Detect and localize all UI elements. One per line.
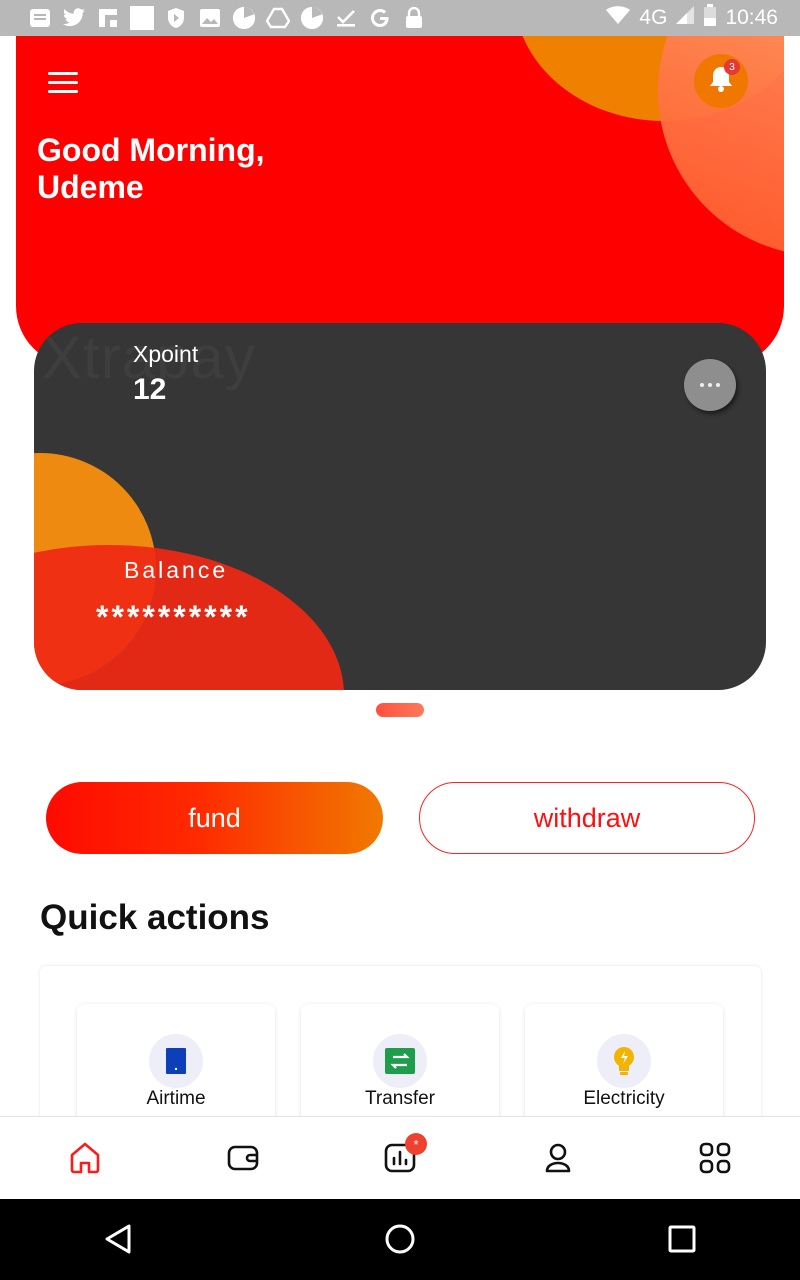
drive-icon	[266, 7, 290, 29]
back-button[interactable]	[98, 1221, 138, 1261]
download-done-icon	[334, 7, 358, 29]
status-notification-icons	[28, 6, 426, 30]
withdraw-button[interactable]: withdraw	[419, 782, 755, 854]
google-icon	[368, 7, 392, 29]
fund-button[interactable]: fund	[46, 782, 383, 854]
nav-stats[interactable]: *	[381, 1133, 427, 1179]
network-type: 4G	[639, 6, 668, 29]
quick-action-label: Transfer	[364, 1088, 436, 1109]
back-triangle-icon	[103, 1223, 133, 1260]
wallet-icon	[226, 1141, 260, 1180]
greeting-text: Good Morning, Udeme	[37, 132, 265, 206]
pie-chart-icon	[232, 6, 256, 30]
greeting-line: Good Morning,	[37, 132, 265, 168]
menu-button[interactable]	[46, 68, 80, 94]
quick-action-label: Airtime	[146, 1088, 206, 1109]
home-icon	[68, 1141, 102, 1180]
lock-icon	[402, 7, 426, 29]
menu-icon-line	[48, 72, 78, 75]
nav-more[interactable]	[696, 1141, 734, 1179]
greeting-header: 3 Good Morning, Udeme	[16, 36, 784, 366]
bulb-icon	[597, 1034, 651, 1088]
system-navigation-bar	[0, 1199, 800, 1280]
grid-icon	[698, 1141, 732, 1180]
status-system-indicators: 4G 10:46	[605, 4, 778, 32]
recents-button[interactable]	[662, 1221, 702, 1261]
status-time: 10:46	[725, 6, 778, 29]
nav-home[interactable]	[66, 1141, 104, 1179]
card-page-indicator	[376, 703, 424, 717]
nav-wallet[interactable]	[224, 1141, 262, 1179]
user-name: Udeme	[37, 169, 144, 205]
home-button[interactable]	[380, 1221, 420, 1261]
profile-icon	[541, 1141, 575, 1180]
menu-icon-line	[48, 81, 78, 84]
wifi-icon	[605, 5, 631, 31]
phone-icon	[149, 1034, 203, 1088]
twitter-icon	[62, 7, 86, 29]
more-horizontal-icon	[698, 383, 722, 387]
menu-icon-line	[48, 90, 78, 93]
bottom-navigation: *	[0, 1116, 800, 1199]
app-screen: 4G 10:46 3 Good Morning, Udeme Xtrapay X…	[0, 0, 800, 1280]
balance-value[interactable]: **********	[96, 599, 251, 636]
balance-label: Balance	[124, 557, 229, 583]
xpoint-label: Xpoint	[133, 341, 199, 367]
shield-play-icon	[164, 7, 188, 29]
notifications-button[interactable]: 3	[694, 54, 748, 108]
transfer-icon	[373, 1034, 427, 1088]
news-icon	[28, 7, 52, 29]
xpoint-value: 12	[133, 373, 167, 406]
blank-square-icon	[130, 6, 154, 30]
quick-actions-title: Quick actions	[40, 898, 270, 937]
status-bar: 4G 10:46	[0, 0, 800, 36]
home-circle-icon	[384, 1223, 416, 1260]
signal-icon	[675, 5, 695, 31]
recents-square-icon	[668, 1225, 696, 1258]
flipboard-icon	[96, 7, 120, 29]
notification-badge: 3	[724, 59, 740, 75]
battery-icon	[703, 4, 717, 32]
nav-profile[interactable]	[539, 1141, 577, 1179]
image-icon	[198, 7, 222, 29]
balance-card[interactable]: Xtrapay Xpoint 12 Balance **********	[34, 323, 766, 690]
quick-action-label: Electricity	[583, 1088, 665, 1109]
card-more-button[interactable]	[684, 359, 736, 411]
pie-chart-icon	[300, 6, 324, 30]
stats-badge: *	[405, 1133, 427, 1155]
